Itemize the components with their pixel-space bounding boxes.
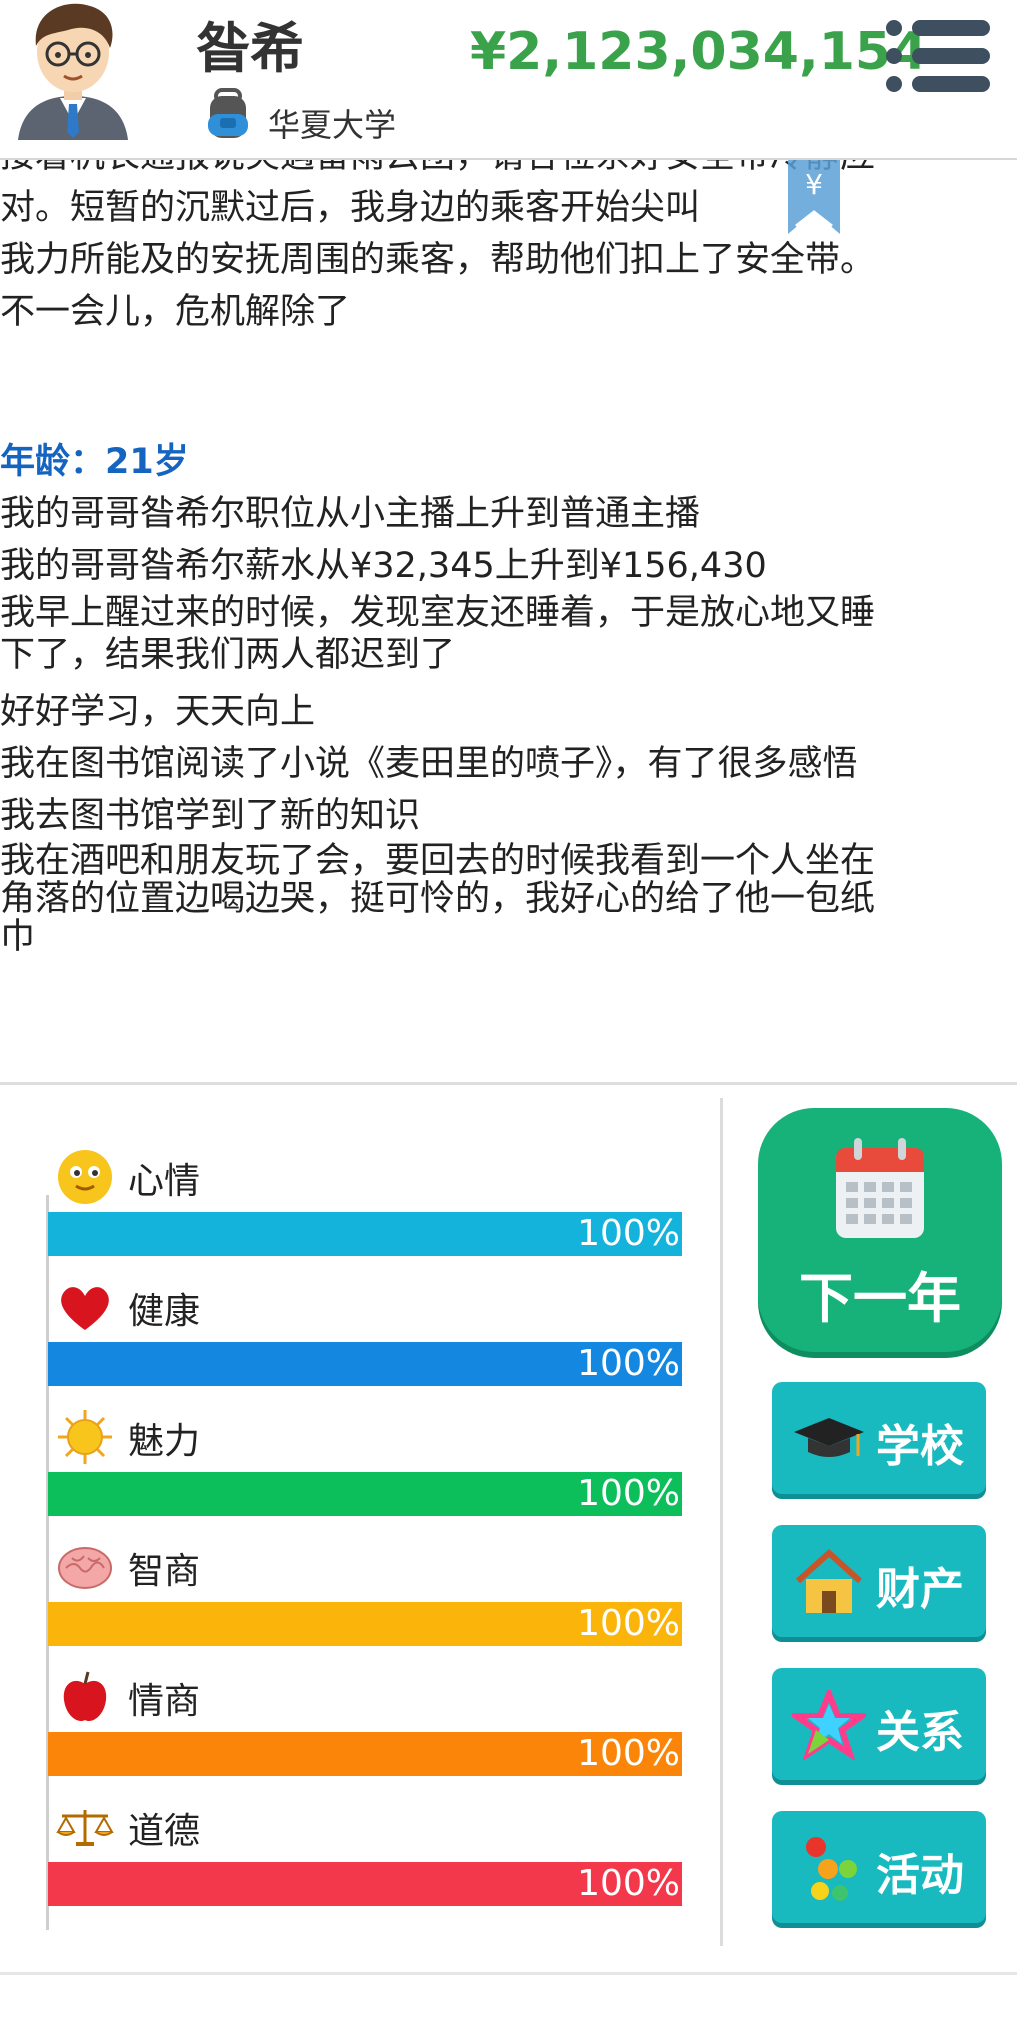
- next-year-label: 下一年: [799, 1267, 961, 1330]
- graduation-cap-icon: [794, 1418, 864, 1457]
- stat-label: 魅力: [128, 1421, 201, 1462]
- school-label: 学校: [876, 1421, 964, 1472]
- backpack-icon: [208, 88, 248, 138]
- menu-icon[interactable]: [884, 16, 992, 96]
- coin-symbol: ¥: [805, 168, 823, 201]
- stat-label: 道德: [128, 1811, 201, 1852]
- apple-icon: [63, 1671, 107, 1722]
- property-label: 财产: [876, 1564, 964, 1615]
- stat-label: 健康: [128, 1291, 201, 1332]
- stat-value: 100%: [577, 1213, 680, 1254]
- stat-value: 100%: [577, 1733, 680, 1774]
- log-line: 对。短暂的沉默过后，我身边的乘客开始尖叫: [0, 188, 701, 228]
- stat-eq: 情商 100%: [48, 1662, 682, 1776]
- avatar[interactable]: [8, 0, 138, 140]
- stat-iq: 智商 100%: [48, 1532, 682, 1646]
- smiley-icon: [58, 1150, 112, 1204]
- scales-icon: [56, 1810, 114, 1846]
- sun-icon: [58, 1410, 112, 1464]
- stat-label: 智商: [128, 1551, 201, 1592]
- heart-icon: [61, 1287, 109, 1330]
- stat-charm: 魅力 100%: [48, 1402, 682, 1516]
- log-line: 我的哥哥昝希尔薪水从¥32,345上升到¥156,430: [0, 546, 767, 586]
- log-line: 好好学习，天天向上: [0, 692, 316, 732]
- school-button[interactable]: 学校: [772, 1382, 986, 1494]
- stat-bar: 100%: [48, 1342, 682, 1386]
- stat-bar: 100%: [48, 1602, 682, 1646]
- calendar-icon: [836, 1138, 924, 1238]
- stat-value: 100%: [577, 1863, 680, 1904]
- panel-divider: [720, 1098, 723, 1946]
- activity-dots-icon: [806, 1837, 857, 1901]
- log-line: 我力所能及的安抚周围的乘客，帮助他们扣上了安全带。: [0, 240, 876, 280]
- relations-button[interactable]: 关系: [772, 1668, 986, 1780]
- stat-morality: 道德 100%: [48, 1792, 682, 1906]
- money-balance: ¥2,123,034,154: [470, 22, 928, 82]
- stat-bar: 100%: [48, 1472, 682, 1516]
- activities-button[interactable]: 活动: [772, 1811, 986, 1923]
- relations-label: 关系: [876, 1707, 964, 1758]
- stat-label: 情商: [128, 1681, 201, 1722]
- stat-bar: 100%: [48, 1732, 682, 1776]
- house-icon: [795, 1548, 863, 1613]
- log-line: 我在酒吧和朋友玩了会，要回去的时候我看到一个人坐在: [0, 841, 876, 881]
- age-heading: 年龄：21岁: [0, 442, 189, 482]
- header-bar: 昝希 华夏大学 ¥2,123,034,154: [0, 0, 1017, 160]
- stat-health: 健康 100%: [48, 1272, 682, 1386]
- player-name: 昝希: [196, 17, 304, 80]
- log-line: 我早上醒过来的时候，发现室友还睡着，于是放心地又睡: [0, 593, 876, 633]
- star-icon: [792, 1690, 866, 1760]
- property-button[interactable]: 财产: [772, 1525, 986, 1637]
- stat-label: 心情: [128, 1161, 201, 1202]
- stat-value: 100%: [577, 1343, 680, 1384]
- log-line: 不一会儿，危机解除了: [0, 292, 351, 332]
- school-name: 华夏大学: [268, 106, 397, 144]
- divider: [0, 1082, 1017, 1085]
- stat-bar: 100%: [48, 1862, 682, 1906]
- log-line: 我的哥哥昝希尔职位从小主播上升到普通主播: [0, 494, 701, 534]
- stat-value: 100%: [577, 1473, 680, 1514]
- log-line: 我在图书馆阅读了小说《麦田里的喷子》，有了很多感悟: [0, 744, 858, 784]
- event-log[interactable]: 接着机长通报说突遇雷雨云团，请各位系好安全带冷静应 对。短暂的沉默过后，我身边的…: [0, 150, 1000, 1032]
- activities-label: 活动: [876, 1850, 964, 1901]
- brain-icon: [58, 1547, 112, 1589]
- stat-mood: 心情 100%: [48, 1142, 682, 1256]
- money-bookmark-icon[interactable]: ¥: [786, 160, 842, 234]
- next-year-button[interactable]: 下一年: [758, 1108, 1002, 1352]
- log-line: 我去图书馆学到了新的知识: [0, 796, 421, 836]
- log-line: 巾: [0, 917, 36, 957]
- stat-bar: 100%: [48, 1212, 682, 1256]
- log-line: 下了，结果我们两人都迟到了: [0, 635, 456, 675]
- log-line: 角落的位置边喝边哭，挺可怜的，我好心的给了他一包纸: [0, 879, 876, 919]
- bottom-divider: [0, 1972, 1017, 1975]
- stat-value: 100%: [577, 1603, 680, 1644]
